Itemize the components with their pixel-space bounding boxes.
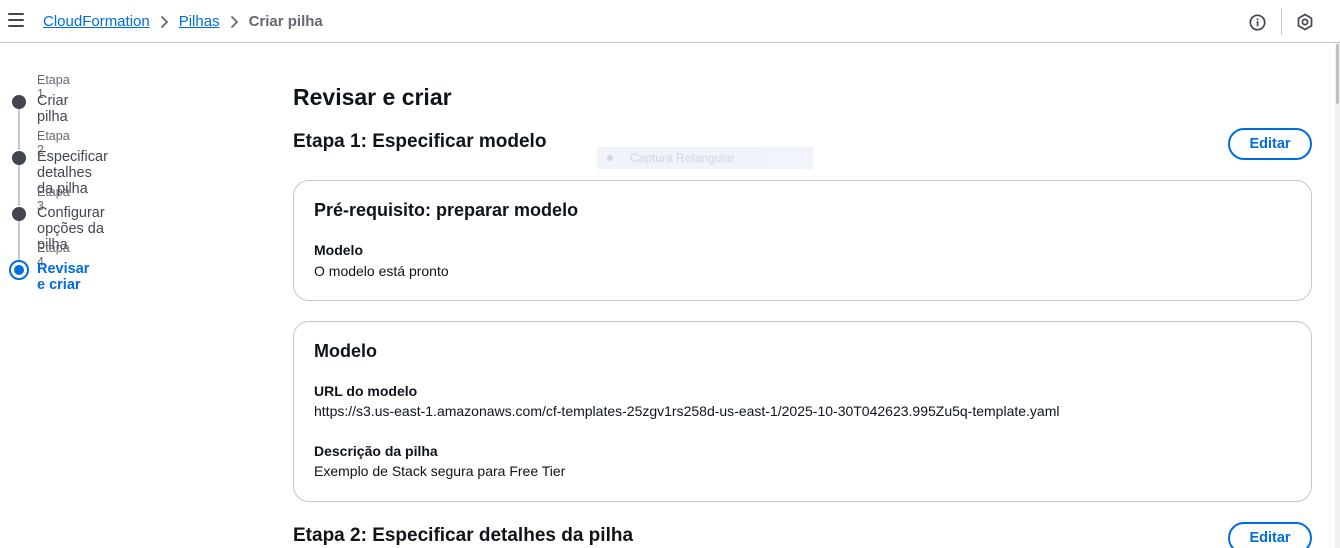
breadcrumb: CloudFormation Pilhas Criar pilha (43, 13, 323, 30)
stack-description-label: Descrição da pilha (314, 443, 438, 459)
settings-icon[interactable] (1296, 13, 1314, 31)
capture-overlay-label: Captura Retangular (630, 151, 735, 165)
model-url-value: https://s3.us-east-1.amazonaws.com/cf-te… (314, 403, 1060, 419)
record-icon (607, 155, 613, 161)
edit-step-1-button[interactable]: Editar (1228, 128, 1312, 160)
menu-icon[interactable] (8, 13, 24, 27)
prerequisite-card-title: Pré-requisito: preparar modelo (314, 200, 579, 220)
model-card-title: Modelo (314, 341, 377, 361)
capture-overlay: Captura Retangular (597, 147, 813, 169)
chevron-right-icon (230, 15, 239, 29)
step-4-indicator-active (9, 260, 29, 280)
breadcrumb-pilhas[interactable]: Pilhas (179, 13, 220, 30)
breadcrumb-current: Criar pilha (248, 13, 323, 30)
step-3-indicator (12, 207, 26, 221)
model-url-label: URL do modelo (314, 383, 418, 399)
model-card: Modelo URL do modelo https://s3.us-east-… (293, 321, 1312, 502)
scrollbar[interactable] (1335, 43, 1340, 548)
step-1-title[interactable]: Criar pilha (37, 93, 68, 125)
prerequisite-card: Pré-requisito: preparar modelo Modelo O … (293, 180, 1312, 301)
edit-step-2-button[interactable]: Editar (1228, 522, 1312, 548)
model-label: Modelo (314, 242, 363, 258)
info-icon[interactable] (1249, 14, 1266, 31)
stack-description-value: Exemplo de Stack segura para Free Tier (314, 463, 566, 479)
scrollbar-thumb[interactable] (1336, 44, 1339, 104)
step-connector (18, 220, 20, 260)
chevron-right-icon (160, 15, 169, 29)
step-1-indicator (12, 95, 26, 109)
model-value: O modelo está pronto (314, 263, 449, 279)
page-title: Revisar e criar (293, 84, 452, 110)
section-2-title: Etapa 2: Especificar detalhes da pilha (293, 525, 634, 546)
step-connector (18, 164, 20, 206)
step-2-indicator (12, 151, 26, 165)
header-divider (1281, 8, 1282, 35)
step-4-title: Revisar e criar (37, 261, 90, 293)
top-navigation-bar: CloudFormation Pilhas Criar pilha (0, 0, 1340, 43)
section-1-title: Etapa 1: Especificar modelo (293, 131, 547, 152)
step-connector (18, 108, 20, 150)
breadcrumb-cloudformation[interactable]: CloudFormation (43, 13, 150, 30)
